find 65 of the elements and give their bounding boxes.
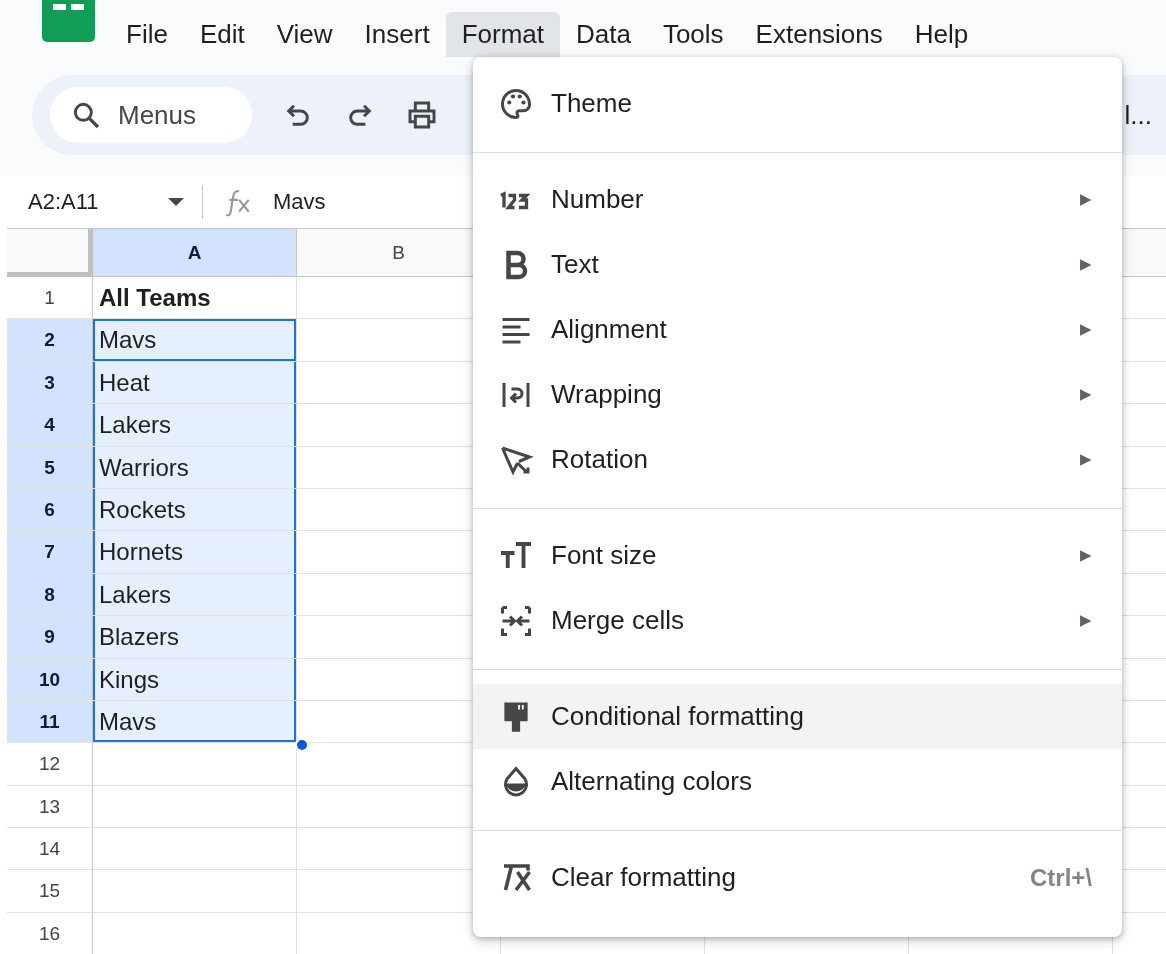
menu-item[interactable]: Alignment ▶	[473, 297, 1122, 362]
table-cell[interactable]: Hornets	[93, 531, 297, 574]
search-bar[interactable]: Menus	[50, 87, 252, 143]
menu-item[interactable]: Conditional formatting	[473, 684, 1122, 749]
toolbar-label: l...	[1124, 99, 1152, 132]
table-cell[interactable]: Heat	[93, 361, 297, 405]
shortcut-text: Ctrl+\	[1030, 862, 1092, 893]
menu-item[interactable]: View	[260, 12, 349, 57]
submenu-arrow-icon: ▶	[1080, 448, 1092, 471]
row-header[interactable]: 5	[7, 446, 93, 489]
formula-text[interactable]: Mavs	[273, 185, 326, 218]
table-cell[interactable]	[93, 785, 297, 829]
row-header[interactable]: 11	[7, 700, 93, 744]
table-cell[interactable]: Lakers	[93, 404, 297, 447]
column-header[interactable]: A	[93, 229, 297, 277]
menu-item[interactable]: Font size ▶	[473, 523, 1122, 588]
row-header[interactable]: 15	[7, 870, 93, 913]
row-header[interactable]: 1	[7, 277, 93, 320]
menu-item[interactable]: Wrapping ▶	[473, 362, 1122, 427]
menu-item[interactable]: Merge cells ▶	[473, 588, 1122, 653]
row-header[interactable]: 8	[7, 573, 93, 617]
submenu-arrow-icon: ▶	[1080, 188, 1092, 211]
menu-item[interactable]: Number ▶	[473, 167, 1122, 232]
menu-item[interactable]: Extensions	[739, 12, 899, 57]
menu-item[interactable]: Insert	[348, 12, 446, 57]
table-cell[interactable]: Lakers	[93, 573, 297, 617]
table-cell[interactable]: Mavs	[93, 700, 297, 744]
name-box[interactable]: A2:A11	[28, 185, 168, 218]
row-header[interactable]: 7	[7, 531, 93, 574]
table-cell[interactable]: Blazers	[93, 616, 297, 659]
submenu-arrow-icon: ▶	[1080, 544, 1092, 567]
menu-item[interactable]: File	[110, 12, 184, 57]
row-header[interactable]: 4	[7, 404, 93, 447]
table-cell[interactable]	[93, 828, 297, 871]
table-cell[interactable]: Warriors	[93, 446, 297, 489]
submenu-arrow-icon: ▶	[1080, 609, 1092, 632]
menu-item[interactable]: Clear formatting Ctrl+\	[473, 845, 1122, 910]
row-header[interactable]: 2	[7, 319, 93, 362]
menu-item[interactable]: Help	[898, 12, 985, 57]
print-icon[interactable]	[406, 99, 438, 131]
row-header[interactable]: 10	[7, 658, 93, 701]
row-header[interactable]: 3	[7, 361, 93, 405]
table-cell[interactable]	[93, 870, 297, 913]
row-header[interactable]: 9	[7, 616, 93, 659]
menu-item[interactable]: Alternating colors	[473, 749, 1122, 814]
row-header[interactable]: 12	[7, 743, 93, 786]
menu-item[interactable]: Theme	[473, 71, 1122, 136]
dropdown-caret-icon[interactable]	[168, 197, 184, 206]
row-header[interactable]: 6	[7, 488, 93, 532]
table-cell[interactable]: Mavs	[93, 319, 297, 362]
sheets-logo-icon[interactable]	[42, 0, 95, 42]
menu-item[interactable]: Format	[445, 12, 560, 57]
row-header[interactable]: 14	[7, 828, 93, 871]
fill-handle[interactable]	[295, 738, 309, 753]
menu-item[interactable]: Edit	[183, 12, 261, 57]
table-cell[interactable]: Kings	[93, 658, 297, 701]
menu-item[interactable]: Tools	[646, 12, 740, 57]
menu-item[interactable]: Rotation ▶	[473, 427, 1122, 492]
submenu-arrow-icon: ▶	[1080, 383, 1092, 406]
submenu-arrow-icon: ▶	[1080, 253, 1092, 276]
search-field[interactable]: Menus	[116, 94, 246, 136]
table-cell[interactable]: Rockets	[93, 488, 297, 532]
row-header[interactable]: 13	[7, 785, 93, 829]
menu-item[interactable]: Data	[560, 12, 647, 57]
submenu-arrow-icon: ▶	[1080, 318, 1092, 341]
